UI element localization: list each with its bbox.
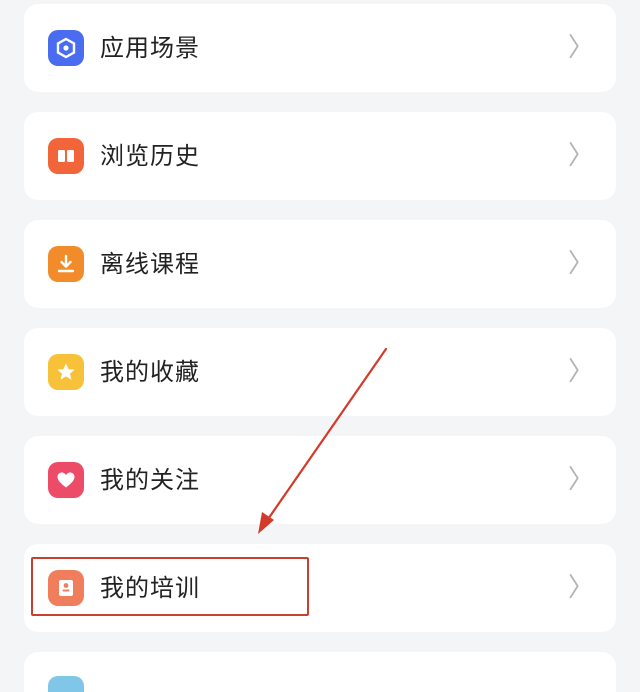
annotation-arrow-icon	[258, 347, 388, 534]
